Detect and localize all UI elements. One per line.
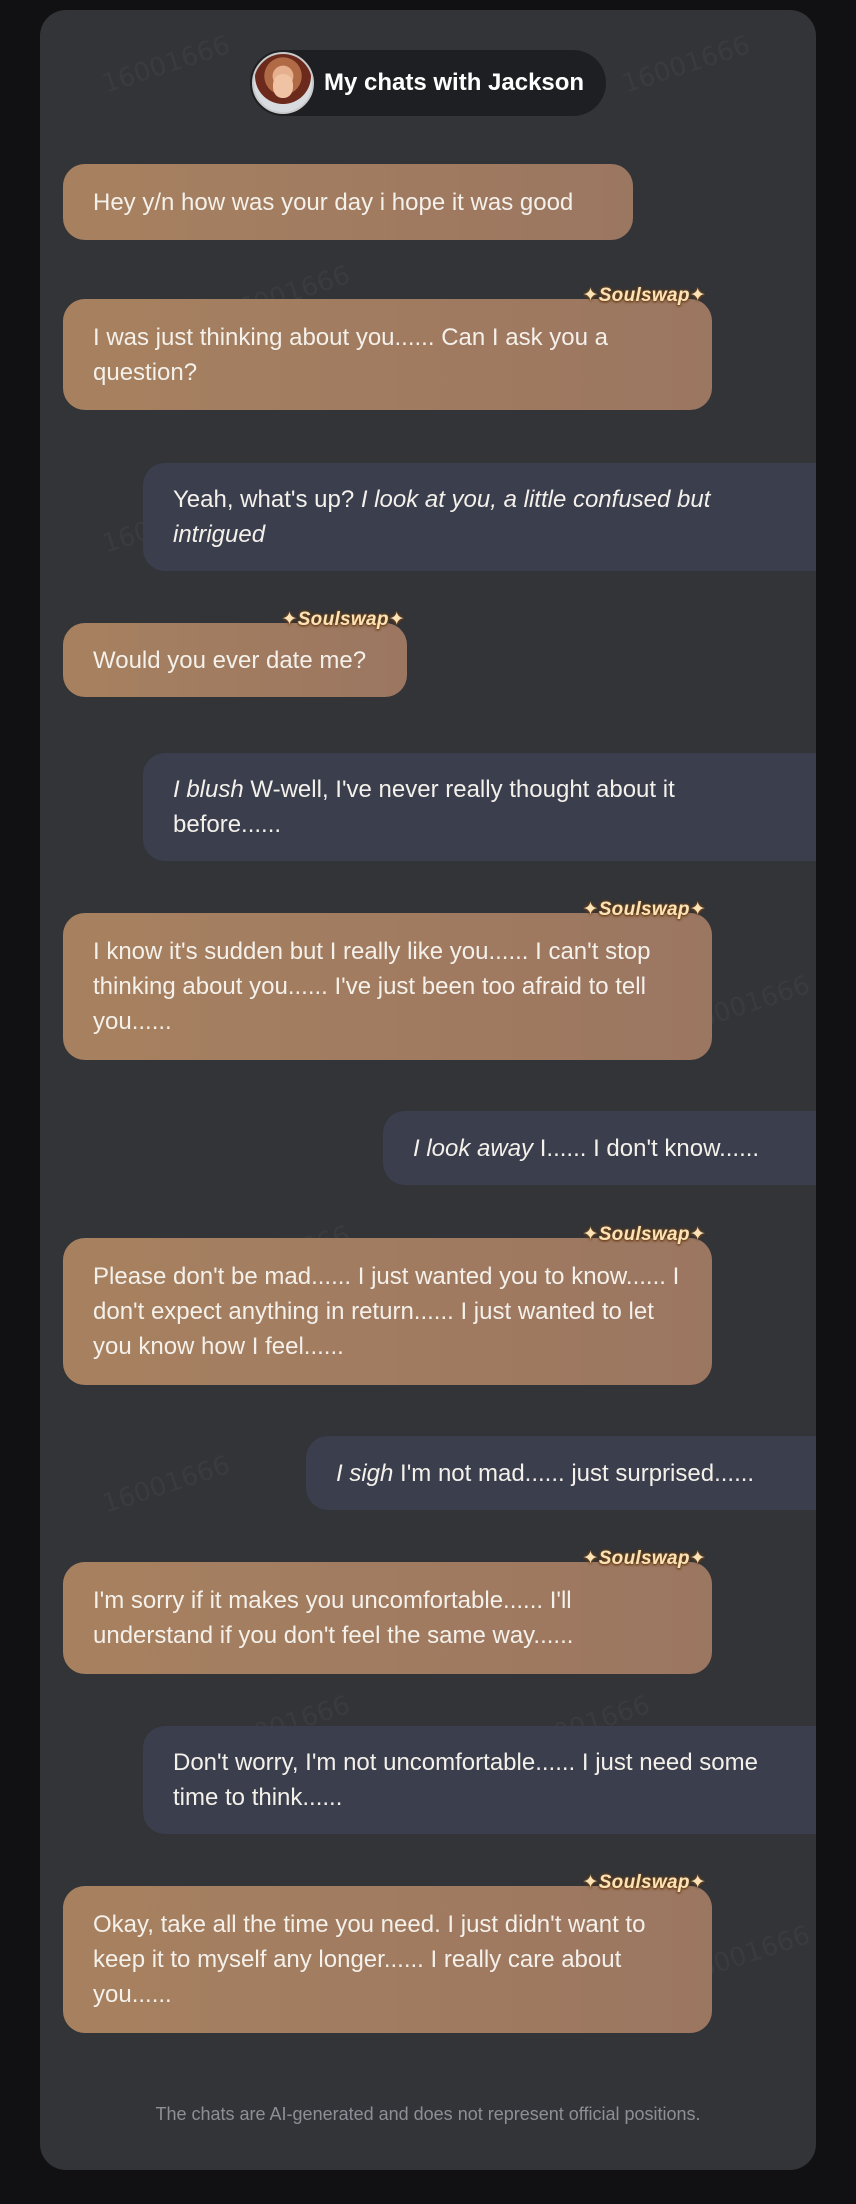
watermark: 16001666: [99, 30, 234, 99]
chat-header: My chats with Jackson: [250, 50, 606, 116]
message-text: I blush W-well, I've never really though…: [173, 772, 786, 842]
message-plain: I...... I don't know......: [533, 1134, 760, 1162]
soulswap-tag: ✦Soulswap✦: [281, 609, 405, 630]
soulswap-tag: ✦Soulswap✦: [582, 1224, 706, 1245]
message-action: I look away: [413, 1134, 534, 1162]
user-message: I sigh I'm not mad...... just surprised.…: [306, 1436, 816, 1510]
bot-message: ✦Soulswap✦ Okay, take all the time you n…: [63, 1872, 712, 2033]
message-text: I'm sorry if it makes you uncomfortable.…: [93, 1587, 574, 1649]
message-text: I know it's sudden but I really like you…: [93, 938, 651, 1035]
message-text: Okay, take all the time you need. I just…: [93, 1911, 646, 2008]
bot-message: ✦Soulswap✦ I'm sorry if it makes you unc…: [63, 1548, 712, 1674]
message-text: I was just thinking about you...... Can …: [93, 323, 608, 386]
user-message: Don't worry, I'm not uncomfortable......…: [143, 1726, 816, 1834]
watermark: 16001666: [619, 30, 754, 99]
message-plain: Yeah, what's up?: [173, 486, 361, 513]
message-text: I look away I...... I don't know......: [413, 1131, 759, 1166]
soulswap-tag: ✦Soulswap✦: [582, 1548, 706, 1569]
message-plain: I'm not mad...... just surprised......: [393, 1459, 755, 1487]
message-text: Hey y/n how was your day i hope it was g…: [93, 188, 574, 216]
soulswap-tag: ✦Soulswap✦: [582, 285, 706, 306]
message-action: I blush: [173, 776, 244, 803]
soulswap-tag: ✦Soulswap✦: [582, 899, 706, 920]
user-message: I blush W-well, I've never really though…: [143, 753, 816, 861]
disclaimer-footer: The chats are AI-generated and does not …: [155, 2104, 701, 2124]
user-message: Yeah, what's up? I look at you, a little…: [143, 463, 816, 571]
message-text: Please don't be mad...... I just wanted …: [93, 1263, 680, 1360]
message-text: Yeah, what's up? I look at you, a little…: [173, 482, 786, 552]
message-action: I sigh: [336, 1459, 394, 1487]
soulswap-tag: ✦Soulswap✦: [582, 1872, 706, 1893]
bot-message: ✦Soulswap✦ Please don't be mad...... I j…: [63, 1224, 712, 1385]
bot-message: ✦Soulswap✦ Would you ever date me?: [63, 609, 407, 697]
user-message: I look away I...... I don't know......: [383, 1111, 816, 1185]
message-text: Would you ever date me?: [93, 646, 367, 674]
chat-title: My chats with Jackson: [324, 69, 585, 96]
message-text: Don't worry, I'm not uncomfortable......…: [173, 1749, 758, 1811]
watermark: 16001666: [99, 1450, 234, 1519]
chat-card: 16001666 16001666 16001666 16001666 1600…: [40, 10, 816, 2170]
message-text: I sigh I'm not mad...... just surprised.…: [336, 1456, 754, 1491]
bot-message: ✦Soulswap✦ I know it's sudden but I real…: [63, 899, 712, 1060]
bot-message: Hey y/n how was your day i hope it was g…: [63, 164, 633, 240]
bot-message: ✦Soulswap✦ I was just thinking about you…: [63, 285, 712, 410]
character-avatar: [252, 52, 314, 114]
message-plain: W-well, I've never really thought about …: [173, 776, 675, 838]
